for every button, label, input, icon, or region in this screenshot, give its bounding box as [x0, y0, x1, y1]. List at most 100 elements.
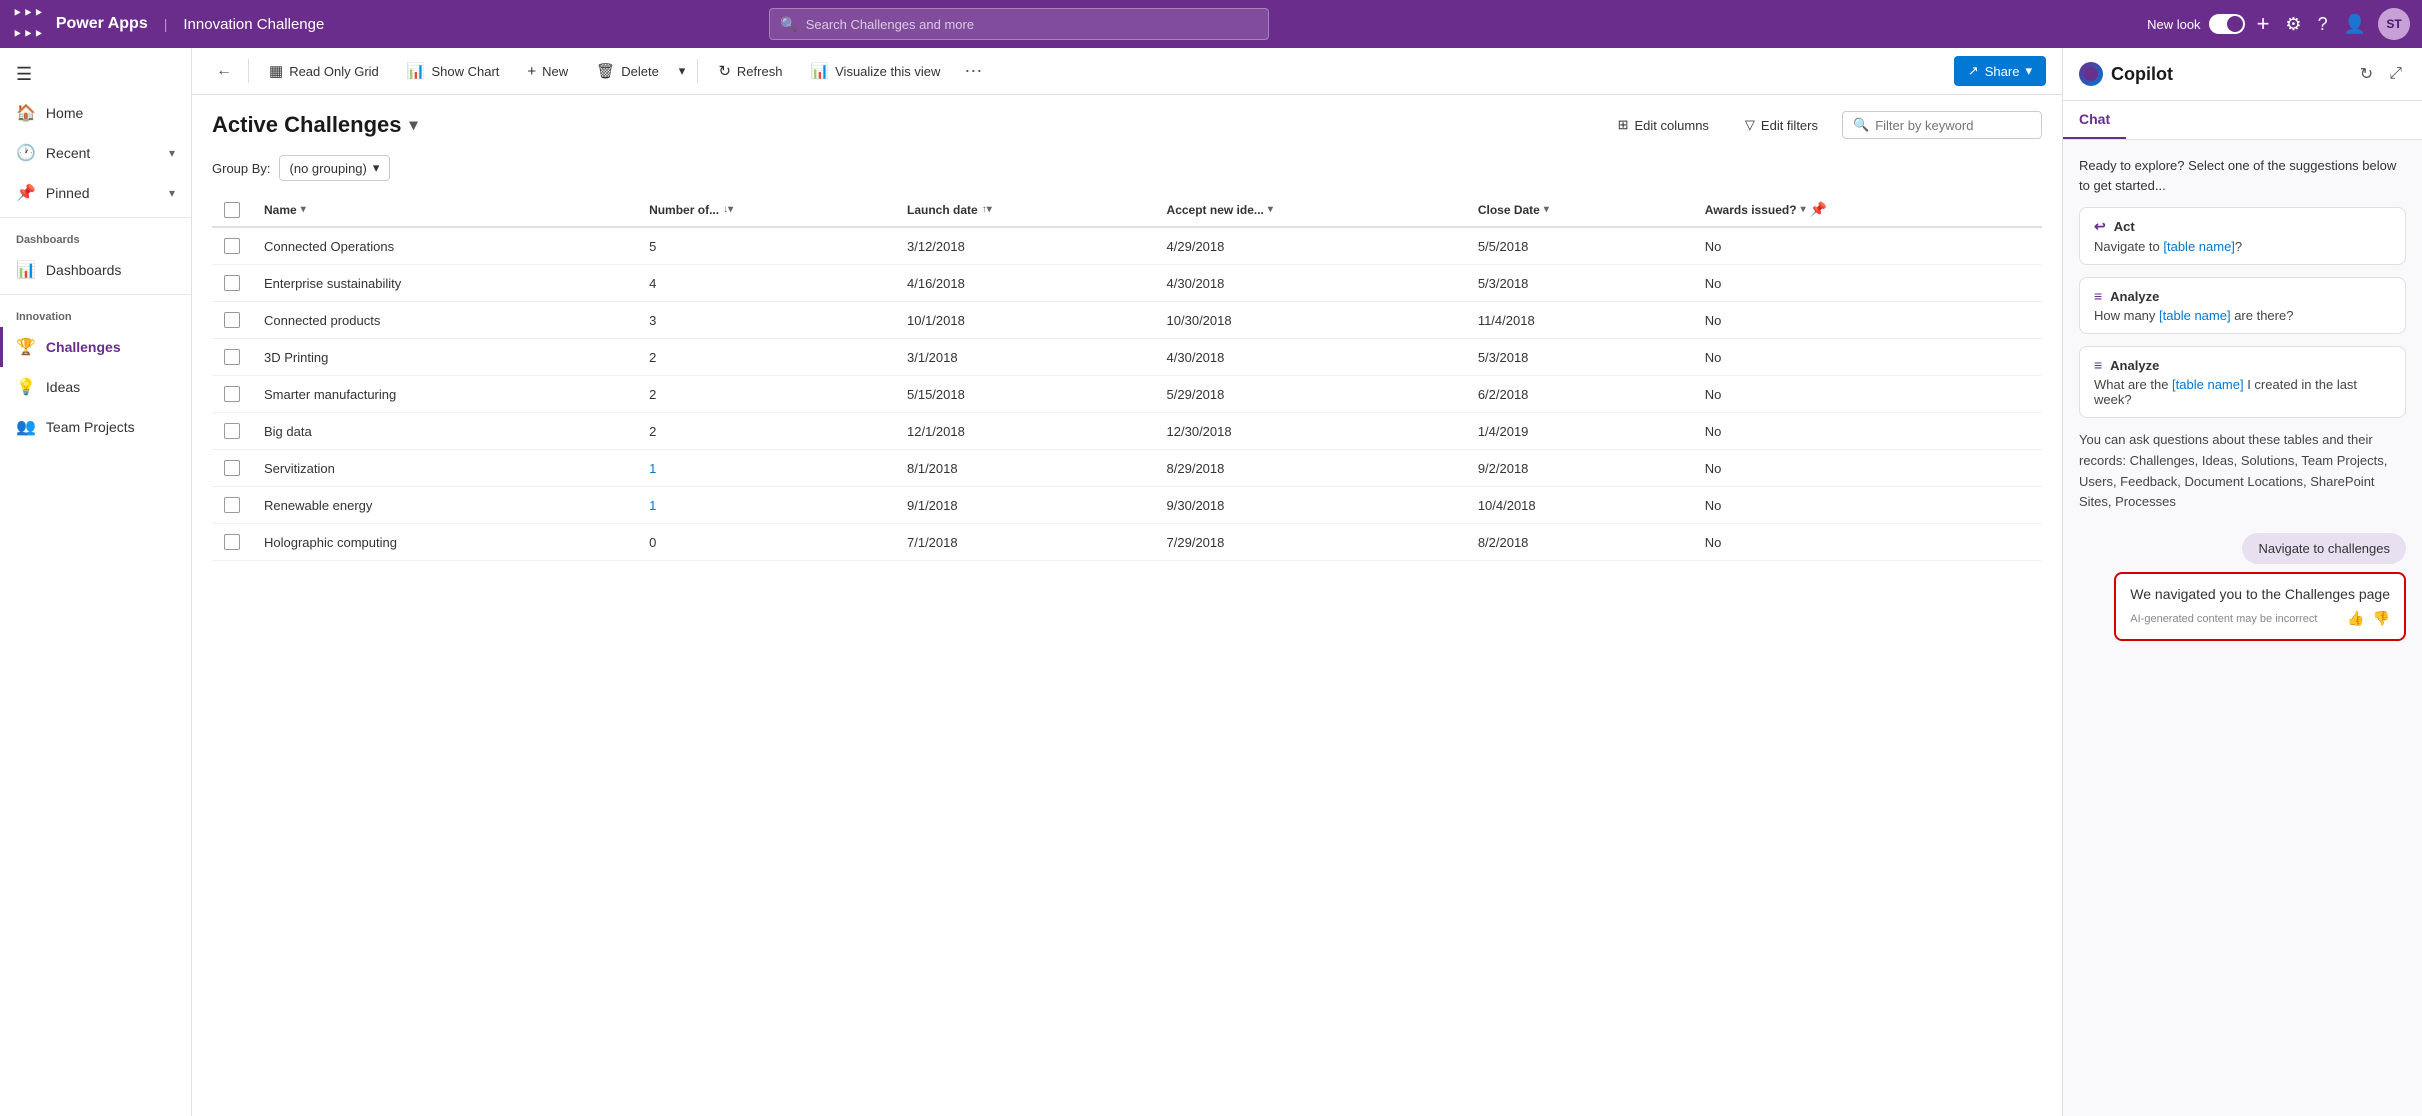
- group-by-select[interactable]: (no grouping) ▾: [279, 155, 391, 181]
- top-nav-right: New look + ⚙ ? 👤 ST: [2147, 7, 2410, 41]
- col-awards-header[interactable]: Awards issued? ▾ 📌: [1705, 201, 2030, 218]
- edit-columns-button[interactable]: ⊞ Edit columns: [1606, 111, 1721, 139]
- edit-filters-button[interactable]: ▽ Edit filters: [1733, 111, 1830, 139]
- sidebar: ☰ 🏠 Home 🕐 Recent ▾ 📌 Pinned ▾ Dashboard…: [0, 48, 192, 1116]
- search-icon: 🔍: [780, 16, 797, 33]
- copilot-suggestion-2[interactable]: ≡ Analyze How many [table name] are ther…: [2079, 277, 2406, 334]
- act-label: Act: [2114, 219, 2135, 234]
- read-only-grid-icon: ▦: [269, 62, 283, 80]
- person-button[interactable]: 👤: [2340, 10, 2370, 39]
- avatar[interactable]: ST: [2378, 8, 2410, 40]
- row-number-4: 2: [637, 376, 895, 413]
- col-accept-header[interactable]: Accept new ide... ▾: [1167, 203, 1454, 217]
- row-checkbox-input-6[interactable]: [224, 460, 240, 476]
- row-accept-7: 9/30/2018: [1155, 487, 1466, 524]
- view-header: Active Challenges ▾ ⊞ Edit columns ▽ Edi…: [212, 111, 2042, 139]
- row-name-3[interactable]: 3D Printing: [252, 339, 637, 376]
- row-launch-2: 10/1/2018: [895, 302, 1155, 339]
- copilot-suggestion-3-text: What are the [table name] I created in t…: [2094, 377, 2391, 407]
- copilot-intro-text: Ready to explore? Select one of the sugg…: [2079, 156, 2406, 195]
- sidebar-item-pinned[interactable]: 📌 Pinned ▾: [0, 173, 191, 213]
- row-accept-5: 12/30/2018: [1155, 413, 1466, 450]
- col-launch-sort-icon: ↑▾: [982, 204, 992, 215]
- view-title-chevron[interactable]: ▾: [410, 115, 418, 135]
- new-label: New: [542, 64, 568, 79]
- data-view: Active Challenges ▾ ⊞ Edit columns ▽ Edi…: [192, 95, 2062, 1116]
- row-launch-0: 3/12/2018: [895, 227, 1155, 265]
- copilot-tab-chat-label: Chat: [2079, 111, 2110, 127]
- col-name-header[interactable]: Name ▾: [264, 203, 625, 217]
- col-number-header[interactable]: Number of... ↓▾: [649, 203, 883, 217]
- copilot-suggestion-3[interactable]: ≡ Analyze What are the [table name] I cr…: [2079, 346, 2406, 418]
- group-by-chevron: ▾: [373, 160, 380, 176]
- sidebar-item-dashboards[interactable]: 📊 Dashboards: [0, 250, 191, 290]
- delete-button[interactable]: 🗑 Delete: [584, 56, 671, 86]
- row-name-0[interactable]: Connected Operations: [252, 227, 637, 265]
- row-name-1[interactable]: Enterprise sustainability: [252, 265, 637, 302]
- sidebar-item-team-projects[interactable]: 👥 Team Projects: [0, 407, 191, 447]
- row-name-6[interactable]: Servitization: [252, 450, 637, 487]
- thumbs-down-button[interactable]: 👎: [2373, 610, 2390, 627]
- help-button[interactable]: ?: [2314, 10, 2332, 39]
- share-label: Share: [1985, 64, 2020, 79]
- copilot-refresh-button[interactable]: ↻: [2356, 60, 2377, 88]
- sidebar-item-recent[interactable]: 🕐 Recent ▾: [0, 133, 191, 173]
- dashboards-icon: 📊: [16, 260, 36, 280]
- row-name-5[interactable]: Big data: [252, 413, 637, 450]
- table-row: Holographic computing 0 7/1/2018 7/29/20…: [212, 524, 2042, 561]
- col-launch-label: Launch date: [907, 203, 978, 217]
- col-launch-header[interactable]: Launch date ↑▾: [907, 203, 1143, 217]
- row-name-7[interactable]: Renewable energy: [252, 487, 637, 524]
- copilot-expand-button[interactable]: ⤢: [2385, 60, 2406, 88]
- thumbs-up-button[interactable]: 👍: [2347, 610, 2364, 627]
- copilot-suggestion-1[interactable]: ↩ Act Navigate to [table name]?: [2079, 207, 2406, 265]
- delete-dropdown-button[interactable]: ▾: [675, 57, 690, 85]
- row-checkbox-input-3[interactable]: [224, 349, 240, 365]
- row-checkbox-input-1[interactable]: [224, 275, 240, 291]
- group-by-row: Group By: (no grouping) ▾: [212, 155, 2042, 181]
- copilot-title-text: Copilot: [2111, 64, 2173, 85]
- copilot-tab-chat[interactable]: Chat: [2063, 101, 2126, 139]
- select-all-checkbox[interactable]: [224, 202, 240, 218]
- col-close-header[interactable]: Close Date ▾: [1478, 203, 1681, 217]
- row-checkbox-input-4[interactable]: [224, 386, 240, 402]
- row-accept-8: 7/29/2018: [1155, 524, 1466, 561]
- row-checkbox-input-0[interactable]: [224, 238, 240, 254]
- ideas-icon: 💡: [16, 377, 36, 397]
- sidebar-toggle[interactable]: ☰: [0, 56, 191, 93]
- add-button[interactable]: +: [2253, 7, 2274, 41]
- search-input[interactable]: [806, 17, 1259, 32]
- row-number-6: 1: [637, 450, 895, 487]
- new-look-toggle[interactable]: [2209, 14, 2245, 34]
- sidebar-item-ideas[interactable]: 💡 Ideas: [0, 367, 191, 407]
- row-name-2[interactable]: Connected products: [252, 302, 637, 339]
- row-launch-5: 12/1/2018: [895, 413, 1155, 450]
- settings-button[interactable]: ⚙: [2281, 10, 2305, 39]
- share-button[interactable]: ↗ Share ▾: [1954, 56, 2046, 86]
- visualize-button[interactable]: 📊 Visualize this view: [798, 56, 952, 86]
- back-button[interactable]: ←: [208, 56, 240, 86]
- read-only-grid-button[interactable]: ▦ Read Only Grid: [257, 56, 391, 86]
- row-checkbox-input-7[interactable]: [224, 497, 240, 513]
- copilot-response-footer: AI-generated content may be incorrect 👍 …: [2130, 610, 2390, 627]
- show-chart-button[interactable]: 📊 Show Chart: [395, 56, 512, 86]
- col-number-label: Number of...: [649, 203, 719, 217]
- row-close-2: 11/4/2018: [1466, 302, 1693, 339]
- row-awards-4: No: [1693, 376, 2042, 413]
- new-button[interactable]: + New: [515, 57, 580, 86]
- row-name-8[interactable]: Holographic computing: [252, 524, 637, 561]
- row-checkbox-input-2[interactable]: [224, 312, 240, 328]
- sidebar-item-challenges[interactable]: 🏆 Challenges: [0, 327, 191, 367]
- filter-input[interactable]: [1875, 118, 2031, 133]
- home-icon: 🏠: [16, 103, 36, 123]
- more-options-button[interactable]: ⋯: [956, 57, 990, 86]
- app-grid-icon[interactable]: ‣‣‣‣‣‣: [12, 3, 44, 45]
- pinned-chevron: ▾: [169, 186, 175, 200]
- col-awards-sort-icon: ▾: [1801, 204, 1806, 215]
- group-by-label: Group By:: [212, 161, 271, 176]
- row-name-4[interactable]: Smarter manufacturing: [252, 376, 637, 413]
- sidebar-item-home[interactable]: 🏠 Home: [0, 93, 191, 133]
- refresh-button[interactable]: ↻ Refresh: [706, 56, 794, 86]
- row-checkbox-input-5[interactable]: [224, 423, 240, 439]
- row-checkbox-input-8[interactable]: [224, 534, 240, 550]
